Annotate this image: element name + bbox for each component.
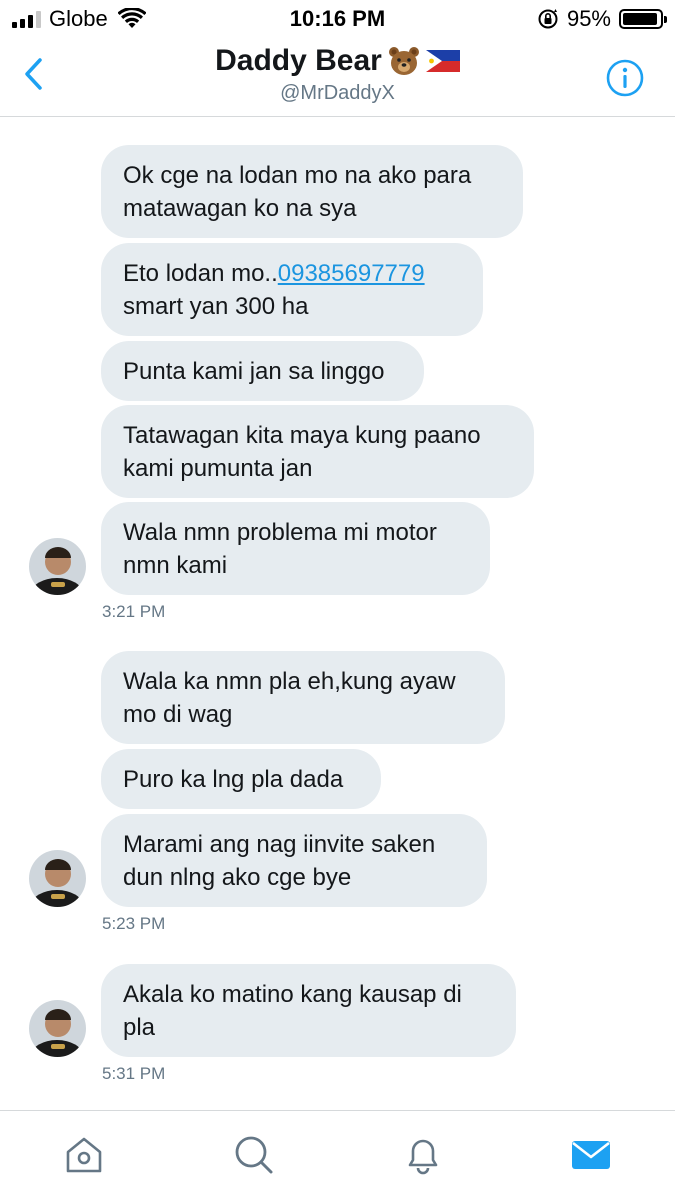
orientation-lock-icon xyxy=(538,9,558,29)
phone-number-link[interactable]: 09385697779 xyxy=(278,260,425,287)
message-text: Marami ang nag iinvite saken dun nlng ak… xyxy=(123,831,436,891)
avatar[interactable] xyxy=(29,538,86,595)
message-bubble[interactable]: Puro ka lng pla dada xyxy=(101,749,381,809)
message-bubble[interactable]: Wala ka nmn pla eh,kung ayaw mo di wag xyxy=(101,651,505,744)
contact-handle: @MrDaddyX xyxy=(280,82,395,104)
message-thread[interactable]: Ok cge na lodan mo na ako para matawagan… xyxy=(0,118,675,1110)
avatar[interactable] xyxy=(29,850,86,907)
message-text: Puro ka lng pla dada xyxy=(123,766,344,793)
info-icon[interactable] xyxy=(605,58,645,98)
message-text: Ok cge na lodan mo na ako para matawagan… xyxy=(123,162,472,222)
status-bar: Globe 10:16 PM 95% xyxy=(0,0,675,38)
notifications-bell-icon[interactable] xyxy=(401,1133,445,1177)
page-title: Daddy Bear xyxy=(215,44,460,78)
bear-emoji-icon xyxy=(388,47,419,75)
battery-percentage: 95% xyxy=(566,6,611,31)
battery-icon xyxy=(619,9,667,29)
message-text: Wala ka nmn pla eh,kung ayaw mo di wag xyxy=(123,668,456,728)
message-text: Wala nmn problema mi motor nmn kami xyxy=(123,519,437,579)
message-bubble[interactable]: Punta kami jan sa linggo xyxy=(101,341,424,401)
message-bubble[interactable]: Wala nmn problema mi motor nmn kami xyxy=(101,502,490,595)
conversation-header: Daddy Bear @MrDaddyX xyxy=(0,38,675,117)
timestamp: 5:23 PM xyxy=(102,914,166,933)
profile-photo xyxy=(29,1000,86,1057)
header-title-block[interactable]: Daddy Bear @MrDaddyX xyxy=(0,44,675,105)
philippines-flag-icon xyxy=(425,50,460,72)
message-text: Eto lodan mo.. xyxy=(123,260,278,287)
contact-name: Daddy Bear xyxy=(215,44,382,77)
messages-envelope-icon[interactable] xyxy=(569,1133,613,1177)
message-bubble[interactable]: Ok cge na lodan mo na ako para matawagan… xyxy=(101,145,523,238)
timestamp: 3:21 PM xyxy=(102,602,166,621)
status-right: 95% xyxy=(537,6,667,32)
message-bubble[interactable]: Eto lodan mo..09385697779 smart yan 300 … xyxy=(101,243,483,336)
profile-photo xyxy=(29,538,86,595)
profile-photo xyxy=(29,850,86,907)
avatar[interactable] xyxy=(29,1000,86,1057)
message-text: Tatawagan kita maya kung paano kami pumu… xyxy=(123,422,481,482)
message-text: Akala ko matino kang kausap di pla xyxy=(123,981,462,1041)
message-bubble[interactable]: Akala ko matino kang kausap di pla xyxy=(101,964,516,1057)
message-bubble[interactable]: Marami ang nag iinvite saken dun nlng ak… xyxy=(101,814,487,907)
timestamp: 5:31 PM xyxy=(102,1064,166,1083)
home-icon[interactable] xyxy=(62,1133,106,1177)
message-text: smart yan 300 ha xyxy=(123,293,309,320)
message-text: Punta kami jan sa linggo xyxy=(123,358,385,385)
bottom-tab-bar xyxy=(0,1110,675,1201)
search-icon[interactable] xyxy=(232,1133,276,1177)
message-bubble[interactable]: Tatawagan kita maya kung paano kami pumu… xyxy=(101,405,534,498)
